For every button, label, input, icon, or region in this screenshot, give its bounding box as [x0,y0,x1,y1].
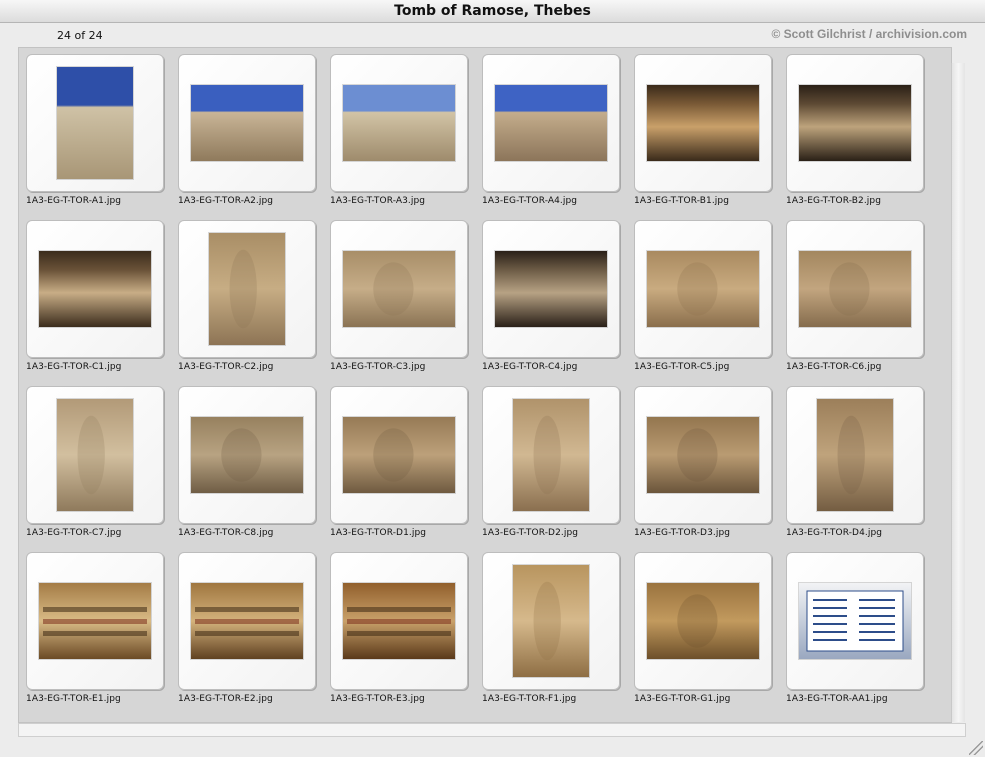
thumbnail-image [191,583,303,659]
thumbnail-filename: 1A3-EG-T-TOR-B2.jpg [786,196,882,206]
thumbnail-image [799,251,911,327]
thumbnail-image [495,251,607,327]
thumbnail-filename: 1A3-EG-T-TOR-A1.jpg [26,196,122,206]
thumbnail-filename: 1A3-EG-T-TOR-E2.jpg [178,694,273,704]
thumbnail-slide[interactable] [634,552,772,690]
thumbnail-grid: 1A3-EG-T-TOR-A1.jpg 1A3-EG-T-TOR-A2.jpg 1A… [26,54,924,718]
thumbnail-filename: 1A3-EG-T-TOR-D3.jpg [634,528,731,538]
info-bar: 24 of 24 © Scott Gilchrist / archivision… [0,23,985,47]
thumbnail-slide[interactable] [786,54,924,192]
thumbnail-filename: 1A3-EG-T-TOR-D1.jpg [330,528,427,538]
thumbnail-image [513,399,589,511]
thumbnail-image [799,583,911,659]
thumbnail-filename: 1A3-EG-T-TOR-E3.jpg [330,694,425,704]
thumbnail-slide[interactable] [786,220,924,358]
resize-grip-icon[interactable] [969,741,983,755]
thumbnail-slide[interactable] [178,220,316,358]
thumbnail-filename: 1A3-EG-T-TOR-AA1.jpg [786,694,888,704]
thumbnail-image [343,251,455,327]
thumbnail-filename: 1A3-EG-T-TOR-E1.jpg [26,694,121,704]
thumbnail-image [647,417,759,493]
window-titlebar[interactable]: Tomb of Ramose, Thebes [0,0,985,23]
thumbnail-slide[interactable] [178,552,316,690]
thumbnail-slide[interactable] [482,386,620,524]
thumbnail-image [513,565,589,677]
thumbnail-slide[interactable] [330,220,468,358]
thumbnail-filename: 1A3-EG-T-TOR-A3.jpg [330,196,426,206]
thumbnail-image [647,251,759,327]
thumbnail-image [191,417,303,493]
window-title: Tomb of Ramose, Thebes [394,3,591,19]
thumbnail-slide[interactable] [178,54,316,192]
thumbnail-filename: 1A3-EG-T-TOR-A2.jpg [178,196,274,206]
thumbnail-filename: 1A3-EG-T-TOR-C7.jpg [26,528,122,538]
thumbnail-filename: 1A3-EG-T-TOR-C1.jpg [26,362,122,372]
thumbnail-slide[interactable] [482,54,620,192]
thumbnail-image [495,85,607,161]
thumbnail-slide[interactable] [482,552,620,690]
thumbnail-filename: 1A3-EG-T-TOR-C8.jpg [178,528,274,538]
thumbnail-filename: 1A3-EG-T-TOR-G1.jpg [634,694,731,704]
thumbnail-slide[interactable] [178,386,316,524]
thumbnail-image [57,67,133,179]
thumbnail-filename: 1A3-EG-T-TOR-D4.jpg [786,528,883,538]
thumbnail-filename: 1A3-EG-T-TOR-A4.jpg [482,196,578,206]
image-count: 24 of 24 [57,29,103,42]
thumbnail-filename: 1A3-EG-T-TOR-B1.jpg [634,196,730,206]
thumbnail-filename: 1A3-EG-T-TOR-F1.jpg [482,694,577,704]
thumbnail-slide[interactable] [26,220,164,358]
horizontal-scrollbar[interactable] [18,723,966,737]
thumbnail-image [209,233,285,345]
thumbnail-slide[interactable] [786,552,924,690]
thumbnail-filename: 1A3-EG-T-TOR-C2.jpg [178,362,274,372]
thumbnail-slide[interactable] [634,386,772,524]
thumbnail-image [647,85,759,161]
thumbnail-filename: 1A3-EG-T-TOR-C3.jpg [330,362,426,372]
thumbnail-slide[interactable] [786,386,924,524]
thumbnail-slide[interactable] [330,552,468,690]
thumbnail-slide[interactable] [26,386,164,524]
thumbnail-slide[interactable] [482,220,620,358]
thumbnail-filename: 1A3-EG-T-TOR-C6.jpg [786,362,882,372]
copyright-notice: © Scott Gilchrist / archivision.com [771,27,967,41]
thumbnail-slide[interactable] [634,220,772,358]
vertical-scrollbar[interactable] [951,63,965,722]
thumbnail-filename: 1A3-EG-T-TOR-D2.jpg [482,528,579,538]
thumbnail-slide[interactable] [26,54,164,192]
image-browser-window: Tomb of Ramose, Thebes 24 of 24 © Scott … [0,0,985,757]
thumbnail-image [191,85,303,161]
thumbnail-filename: 1A3-EG-T-TOR-C5.jpg [634,362,730,372]
thumbnail-slide[interactable] [330,54,468,192]
thumbnail-image [647,583,759,659]
thumbnail-image [39,251,151,327]
thumbnail-image [57,399,133,511]
thumbnail-slide[interactable] [26,552,164,690]
thumbnail-image [799,85,911,161]
thumbnail-image [343,583,455,659]
thumbnail-slide[interactable] [330,386,468,524]
thumbnail-image [817,399,893,511]
thumbnail-filename: 1A3-EG-T-TOR-C4.jpg [482,362,578,372]
thumbnail-image [343,417,455,493]
thumbnail-image [39,583,151,659]
thumbnail-slide[interactable] [634,54,772,192]
thumbnail-image [343,85,455,161]
